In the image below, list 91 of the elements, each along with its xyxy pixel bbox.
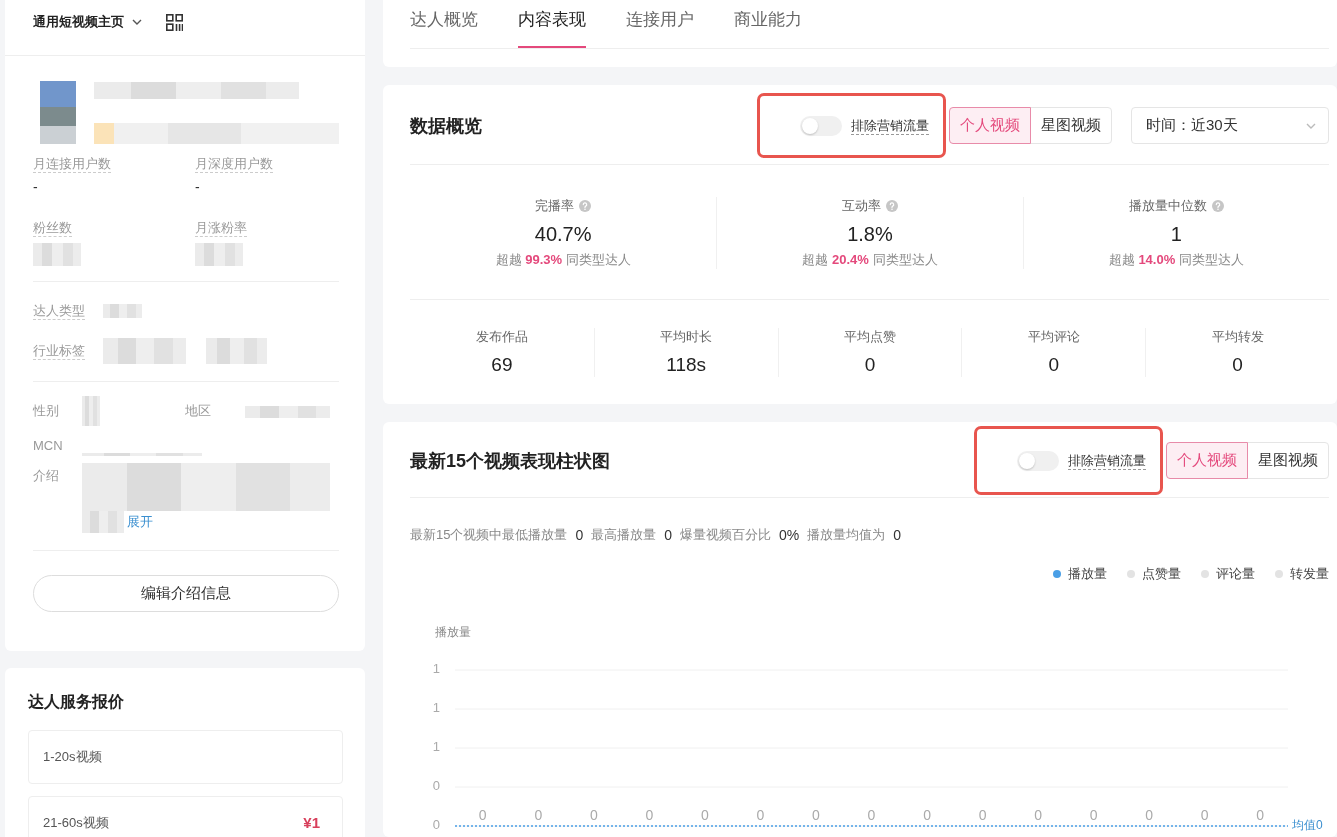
summary-value: 0 — [893, 526, 902, 545]
nav-tab[interactable]: 商业能力 — [734, 8, 802, 48]
nav-tab[interactable]: 连接用户 — [626, 8, 694, 48]
data-label: 0 — [645, 806, 654, 823]
edit-intro-button[interactable]: 编辑介绍信息 — [33, 575, 339, 612]
help-icon[interactable] — [1211, 200, 1224, 212]
data-label: 0 — [1256, 806, 1265, 823]
help-icon[interactable] — [886, 200, 898, 212]
attribute-label: 达人类型 — [33, 302, 85, 320]
stat-label: 月涨粉率 — [195, 220, 247, 237]
rank-text: 超越 14.0% 同类型达人 — [1108, 251, 1244, 269]
detail-label: 性别 — [33, 403, 60, 419]
legend-item[interactable]: 转发量 — [1275, 565, 1329, 583]
data-label: 0 — [478, 806, 487, 823]
toggle-switch[interactable] — [800, 115, 842, 136]
summary-label: 最高播放量 — [591, 526, 657, 544]
metric-value: 1.8% — [847, 222, 893, 247]
metric-value: 0 — [1048, 353, 1060, 377]
data-label: 0 — [978, 806, 987, 823]
section-title: 最新15个视频表现柱状图 — [410, 449, 612, 473]
service-label: 1-20s视频 — [43, 748, 102, 766]
time-range-select[interactable]: 时间：近30天 — [1131, 107, 1329, 144]
data-label: 0 — [1034, 806, 1042, 823]
attribute-label: 行业标签 — [33, 342, 85, 360]
rank-text: 超越 99.3% 同类型达人 — [495, 251, 631, 269]
stat-value: - — [33, 179, 38, 195]
data-label: 0 — [1200, 806, 1209, 823]
legend-item[interactable]: 播放量 — [1053, 565, 1107, 583]
section-title: 数据概览 — [410, 114, 483, 138]
detail-label: 地区 — [185, 403, 212, 419]
metric-value: 0 — [864, 353, 876, 377]
summary-value: 0 — [664, 526, 673, 545]
help-icon[interactable] — [579, 200, 592, 212]
metric-value: 1 — [1170, 222, 1182, 247]
metric-label: 发布作品 — [475, 328, 528, 346]
detail-label: MCN — [33, 438, 64, 454]
service-label: 21-60s视频 — [43, 814, 109, 832]
data-label: 0 — [867, 806, 876, 823]
data-label: 0 — [1089, 806, 1098, 823]
data-label: 0 — [701, 806, 709, 823]
metric-label: 平均时长 — [660, 328, 713, 346]
filter-label: 排除营销流量 — [1068, 451, 1146, 470]
mean-label: 均值0 — [1292, 818, 1323, 833]
data-label: 0 — [923, 806, 931, 823]
chevron-down-icon — [1306, 122, 1316, 129]
toggle-switch[interactable] — [1017, 450, 1059, 471]
expand-link[interactable]: 展开 — [127, 513, 153, 531]
rank-text: 超越 20.4% 同类型达人 — [802, 251, 938, 269]
nav-tab[interactable]: 达人概览 — [410, 8, 478, 48]
metric-value: 40.7% — [534, 222, 592, 247]
summary-label: 最新15个视频中最低播放量 — [410, 526, 568, 544]
filter-label: 排除营销流量 — [851, 116, 929, 135]
metric-value: 69 — [491, 353, 513, 377]
data-label: 0 — [589, 806, 598, 823]
summary-value: 0% — [779, 526, 800, 545]
price-value: ¥1 — [303, 814, 320, 832]
stat-label: 月深度用户数 — [195, 156, 273, 173]
summary-label: 播放量均值为 — [807, 526, 886, 544]
video-type-tab[interactable]: 星图视频 — [1030, 107, 1112, 144]
video-type-tab[interactable]: 星图视频 — [1247, 442, 1329, 479]
stat-label: 粉丝数 — [33, 220, 72, 237]
metric-value: 118s — [666, 353, 707, 377]
metric-label: 互动率 — [842, 197, 881, 215]
stat-label: 月连接用户数 — [33, 156, 111, 173]
summary-value: 0 — [575, 526, 584, 545]
data-label: 0 — [1145, 806, 1154, 823]
nav-tab[interactable]: 内容表现 — [518, 8, 586, 48]
metric-label: 平均评论 — [1027, 328, 1080, 346]
grid-icon[interactable] — [166, 13, 183, 31]
stat-value: - — [195, 179, 200, 195]
data-label: 0 — [534, 806, 543, 823]
legend-item[interactable]: 评论量 — [1201, 565, 1255, 583]
metric-label: 播放量中位数 — [1128, 197, 1207, 215]
tick-label: 0 — [432, 817, 440, 833]
tick-label: 1 — [432, 739, 440, 755]
metric-label: 平均转发 — [1211, 328, 1264, 346]
metric-label: 平均点赞 — [844, 328, 896, 346]
metric-value: 0 — [1232, 353, 1243, 377]
axis-title: 播放量 — [435, 625, 471, 640]
data-label: 0 — [812, 806, 820, 823]
page-type-dropdown[interactable]: 通用短视频主页 — [33, 12, 142, 32]
chevron-down-icon — [132, 19, 142, 25]
summary-label: 爆量视频百分比 — [680, 526, 772, 544]
metric-label: 完播率 — [535, 197, 575, 215]
data-label: 0 — [756, 806, 765, 823]
detail-label: 介绍 — [33, 468, 60, 484]
section-title: 达人服务报价 — [28, 692, 125, 712]
tick-label: 1 — [432, 661, 440, 677]
tick-label: 0 — [432, 778, 440, 794]
legend-item[interactable]: 点赞量 — [1127, 565, 1181, 583]
tick-label: 1 — [432, 700, 440, 716]
